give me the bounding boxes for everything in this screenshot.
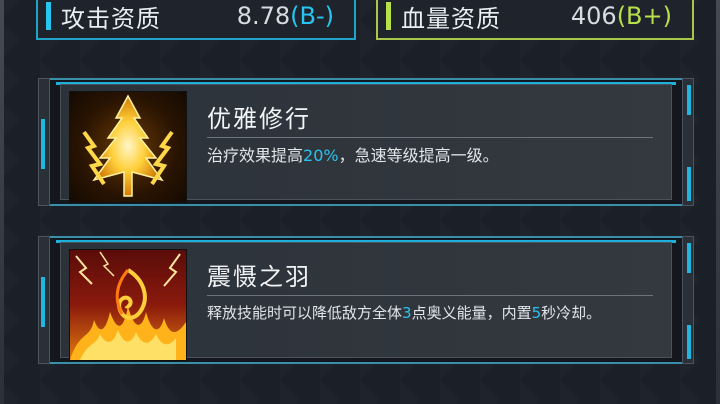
edge-accent bbox=[687, 243, 691, 273]
skill-card-1[interactable]: 优雅修行 治疗效果提高20%，急速等级提高一级。 bbox=[38, 78, 694, 206]
hp-aptitude-label: 血量资质 bbox=[401, 4, 501, 33]
desc-text: 秒冷却。 bbox=[541, 304, 602, 322]
desc-text: 治疗效果提高 bbox=[207, 146, 304, 165]
skill-description: 释放技能时可以降低敌方全体3点奥义能量，内置5秒冷却。 bbox=[207, 301, 647, 325]
desc-highlight: 3 bbox=[402, 304, 412, 322]
hp-value-number: 406 bbox=[570, 2, 617, 30]
attack-aptitude-value: 8.78(B-) bbox=[237, 2, 338, 30]
card-edge-left bbox=[38, 236, 50, 364]
card-edge-right bbox=[682, 78, 694, 206]
edge-accent bbox=[687, 325, 691, 359]
desc-text: ，急速等级提高一级。 bbox=[338, 146, 499, 165]
skill-card-2[interactable]: 震慑之羽 释放技能时可以降低敌方全体3点奥义能量，内置5秒冷却。 bbox=[38, 236, 694, 364]
frame-right bbox=[716, 0, 720, 404]
desc-text: 释放技能时可以降低敌方全体 bbox=[207, 304, 403, 322]
skill-description: 治疗效果提高20%，急速等级提高一级。 bbox=[207, 143, 647, 169]
attack-bar-marker bbox=[46, 2, 51, 30]
skill-title: 优雅修行 bbox=[207, 105, 311, 133]
desc-text: 点奥义能量，内置 bbox=[411, 304, 532, 322]
edge-accent bbox=[41, 119, 45, 169]
skill-card-body: 优雅修行 治疗效果提高20%，急速等级提高一级。 bbox=[60, 84, 672, 203]
attack-aptitude-label: 攻击资质 bbox=[61, 4, 161, 33]
hp-bar-marker bbox=[386, 2, 391, 30]
skill-divider bbox=[207, 137, 653, 138]
frame-left bbox=[0, 0, 4, 404]
desc-highlight: 20% bbox=[303, 146, 339, 165]
edge-accent bbox=[41, 277, 45, 327]
hp-aptitude-value: 406(B+) bbox=[571, 2, 676, 30]
edge-accent bbox=[687, 85, 691, 115]
attack-aptitude-box: 攻击资质 8.78(B-) bbox=[36, 0, 356, 40]
attack-value-number: 8.78 bbox=[236, 2, 291, 30]
attack-grade: (B-) bbox=[290, 2, 334, 30]
card-edge-right bbox=[682, 236, 694, 364]
skill-divider bbox=[207, 295, 653, 296]
edge-accent bbox=[687, 167, 691, 201]
card-edge-left bbox=[38, 78, 50, 206]
hp-grade: (B+) bbox=[616, 2, 672, 30]
hp-aptitude-box: 血量资质 406(B+) bbox=[376, 0, 694, 40]
skill-card-body: 震慑之羽 释放技能时可以降低敌方全体3点奥义能量，内置5秒冷却。 bbox=[60, 242, 672, 361]
fire-feather-icon bbox=[69, 249, 187, 361]
lightning-tree-icon bbox=[69, 91, 187, 203]
skill-title: 震慑之羽 bbox=[207, 263, 311, 291]
desc-highlight: 5 bbox=[531, 304, 542, 322]
